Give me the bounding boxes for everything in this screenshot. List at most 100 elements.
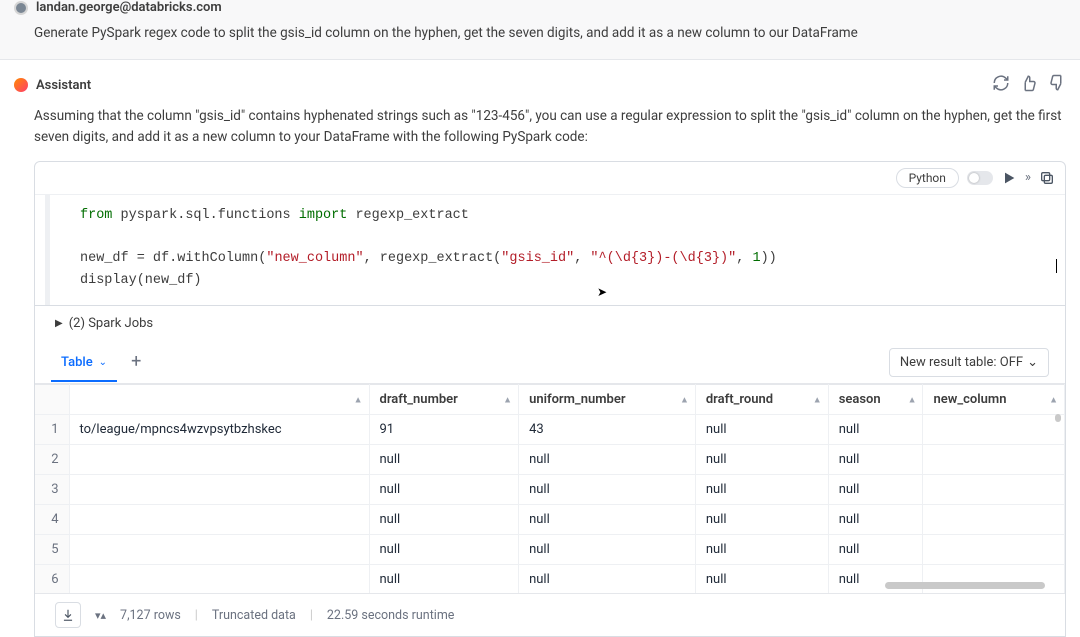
footer-truncated: Truncated data	[212, 608, 296, 623]
cell: null	[519, 505, 696, 535]
footer-rows: 7,127 rows	[120, 608, 181, 623]
sort-icon[interactable]: ▲	[680, 394, 689, 405]
sort-icon[interactable]: ▲	[503, 394, 512, 405]
user-header: landan.george@databricks.com	[14, 0, 1066, 15]
chevron-down-icon: ⌄	[1027, 355, 1038, 370]
cell: null	[828, 445, 923, 475]
run-icon[interactable]	[1001, 170, 1017, 186]
fn-name: regexp_extract	[347, 208, 469, 223]
module-path: pyspark.sql.functions	[112, 208, 298, 223]
cell: null	[519, 535, 696, 565]
cell: null	[828, 535, 923, 565]
code-text: display(new_df)	[80, 273, 202, 288]
result-footer: ▾▴ 7,127 rows | Truncated data | 22.59 s…	[35, 594, 1065, 636]
cell: null	[695, 415, 828, 445]
user-prompt: Generate PySpark regex code to split the…	[14, 23, 1066, 43]
cell	[69, 475, 369, 505]
result-tabs-row: Table ⌄ + New result table: OFF ⌄	[35, 341, 1065, 384]
user-avatar-icon	[14, 1, 28, 15]
table-row[interactable]: 6nullnullnullnull	[35, 565, 1065, 595]
cell: null	[695, 565, 828, 595]
cell: null	[695, 475, 828, 505]
cell: null	[695, 505, 828, 535]
spark-jobs-label: (2) Spark Jobs	[69, 316, 153, 331]
spark-jobs-toggle[interactable]: ▶ (2) Spark Jobs	[35, 306, 1065, 341]
col-season[interactable]: season▲	[828, 385, 923, 415]
sort-icon[interactable]: ▲	[908, 394, 917, 405]
col-new-column[interactable]: new_column▲	[923, 385, 1065, 415]
cell	[923, 415, 1065, 445]
tab-table[interactable]: Table ⌄	[51, 343, 117, 382]
cell: null	[519, 475, 696, 505]
code-text: ,	[574, 251, 590, 266]
code-toolbar: Python »	[35, 162, 1065, 195]
cell: null	[369, 445, 519, 475]
regenerate-icon[interactable]	[992, 74, 1010, 96]
sort-icon[interactable]: ▲	[354, 394, 363, 405]
assist-toggle[interactable]	[967, 171, 993, 185]
horizontal-scrollbar[interactable]	[885, 582, 1045, 589]
table-row[interactable]: 1to/league/mpncs4wzvpsytbzhskec9143nulln…	[35, 415, 1065, 445]
sort-icon[interactable]: ▲	[813, 394, 822, 405]
table-row[interactable]: 4nullnullnullnull	[35, 505, 1065, 535]
col-draft-round[interactable]: draft_round▲	[695, 385, 828, 415]
col-draft-number[interactable]: draft_number▲	[369, 385, 519, 415]
vertical-scrollbar[interactable]	[1055, 414, 1061, 422]
cell: null	[519, 445, 696, 475]
text-cursor	[1056, 259, 1057, 273]
cell	[69, 535, 369, 565]
result-toggle-label: New result table: OFF	[900, 355, 1023, 370]
code-cell: Python » from pyspark.sql.functions impo…	[34, 161, 1066, 306]
language-label: Python	[909, 171, 946, 185]
code-text: new_df = df.withColumn(	[80, 251, 266, 266]
result-table-wrap[interactable]: ▲ draft_number▲ uniform_number▲ draft_ro…	[35, 384, 1065, 594]
col-uniform-number[interactable]: uniform_number▲	[519, 385, 696, 415]
cell: null	[519, 565, 696, 595]
chevron-down-icon: ⌄	[99, 357, 107, 368]
str-literal: "gsis_id"	[501, 251, 574, 266]
thumbs-up-icon[interactable]	[1020, 74, 1038, 96]
cell: null	[369, 535, 519, 565]
assistant-header: Assistant	[14, 74, 1066, 96]
code-text: ))	[761, 251, 777, 266]
thumbs-down-icon[interactable]	[1048, 74, 1066, 96]
str-literal: "^(\d{3})-(\d{3})"	[590, 251, 736, 266]
cell: 91	[369, 415, 519, 445]
add-tab-button[interactable]: +	[117, 341, 155, 383]
table-row[interactable]: 2nullnullnullnull	[35, 445, 1065, 475]
assistant-response: Assuming that the column "gsis_id" conta…	[14, 106, 1066, 147]
results-panel: ▶ (2) Spark Jobs Table ⌄ + New result ta…	[34, 306, 1066, 637]
cell: 43	[519, 415, 696, 445]
code-editor[interactable]: from pyspark.sql.functions import regexp…	[45, 195, 1065, 305]
rownum-header[interactable]	[35, 385, 69, 415]
cell: null	[828, 505, 923, 535]
assistant-avatar-icon	[14, 78, 28, 92]
copy-icon[interactable]	[1039, 170, 1055, 186]
assistant-label: Assistant	[36, 78, 91, 93]
table-row[interactable]: 5nullnullnullnull	[35, 535, 1065, 565]
footer-expand-icon[interactable]: ▾▴	[95, 609, 106, 622]
cell	[923, 445, 1065, 475]
user-name: landan.george@databricks.com	[36, 0, 222, 15]
table-row[interactable]: 3nullnullnullnull	[35, 475, 1065, 505]
cell: null	[695, 535, 828, 565]
download-button[interactable]	[55, 602, 81, 628]
cell: to/league/mpncs4wzvpsytbzhskec	[69, 415, 369, 445]
cell: null	[369, 505, 519, 535]
kw-from: from	[80, 208, 112, 223]
cell	[923, 505, 1065, 535]
result-table-toggle[interactable]: New result table: OFF ⌄	[889, 348, 1049, 377]
footer-runtime: 22.59 seconds runtime	[327, 608, 455, 623]
assistant-message: Assistant Assuming that the column "gsis…	[0, 60, 1080, 637]
cell	[69, 565, 369, 595]
code-text: , regexp_extract(	[364, 251, 502, 266]
cell: null	[828, 475, 923, 505]
num-literal: 1	[752, 251, 760, 266]
sort-icon[interactable]: ▲	[1049, 394, 1058, 405]
row-number: 6	[35, 565, 69, 595]
tab-table-label: Table	[61, 355, 93, 370]
col-hidden[interactable]: ▲	[69, 385, 369, 415]
expand-icon[interactable]: »	[1025, 170, 1031, 185]
language-pill[interactable]: Python	[896, 168, 959, 188]
row-number: 3	[35, 475, 69, 505]
